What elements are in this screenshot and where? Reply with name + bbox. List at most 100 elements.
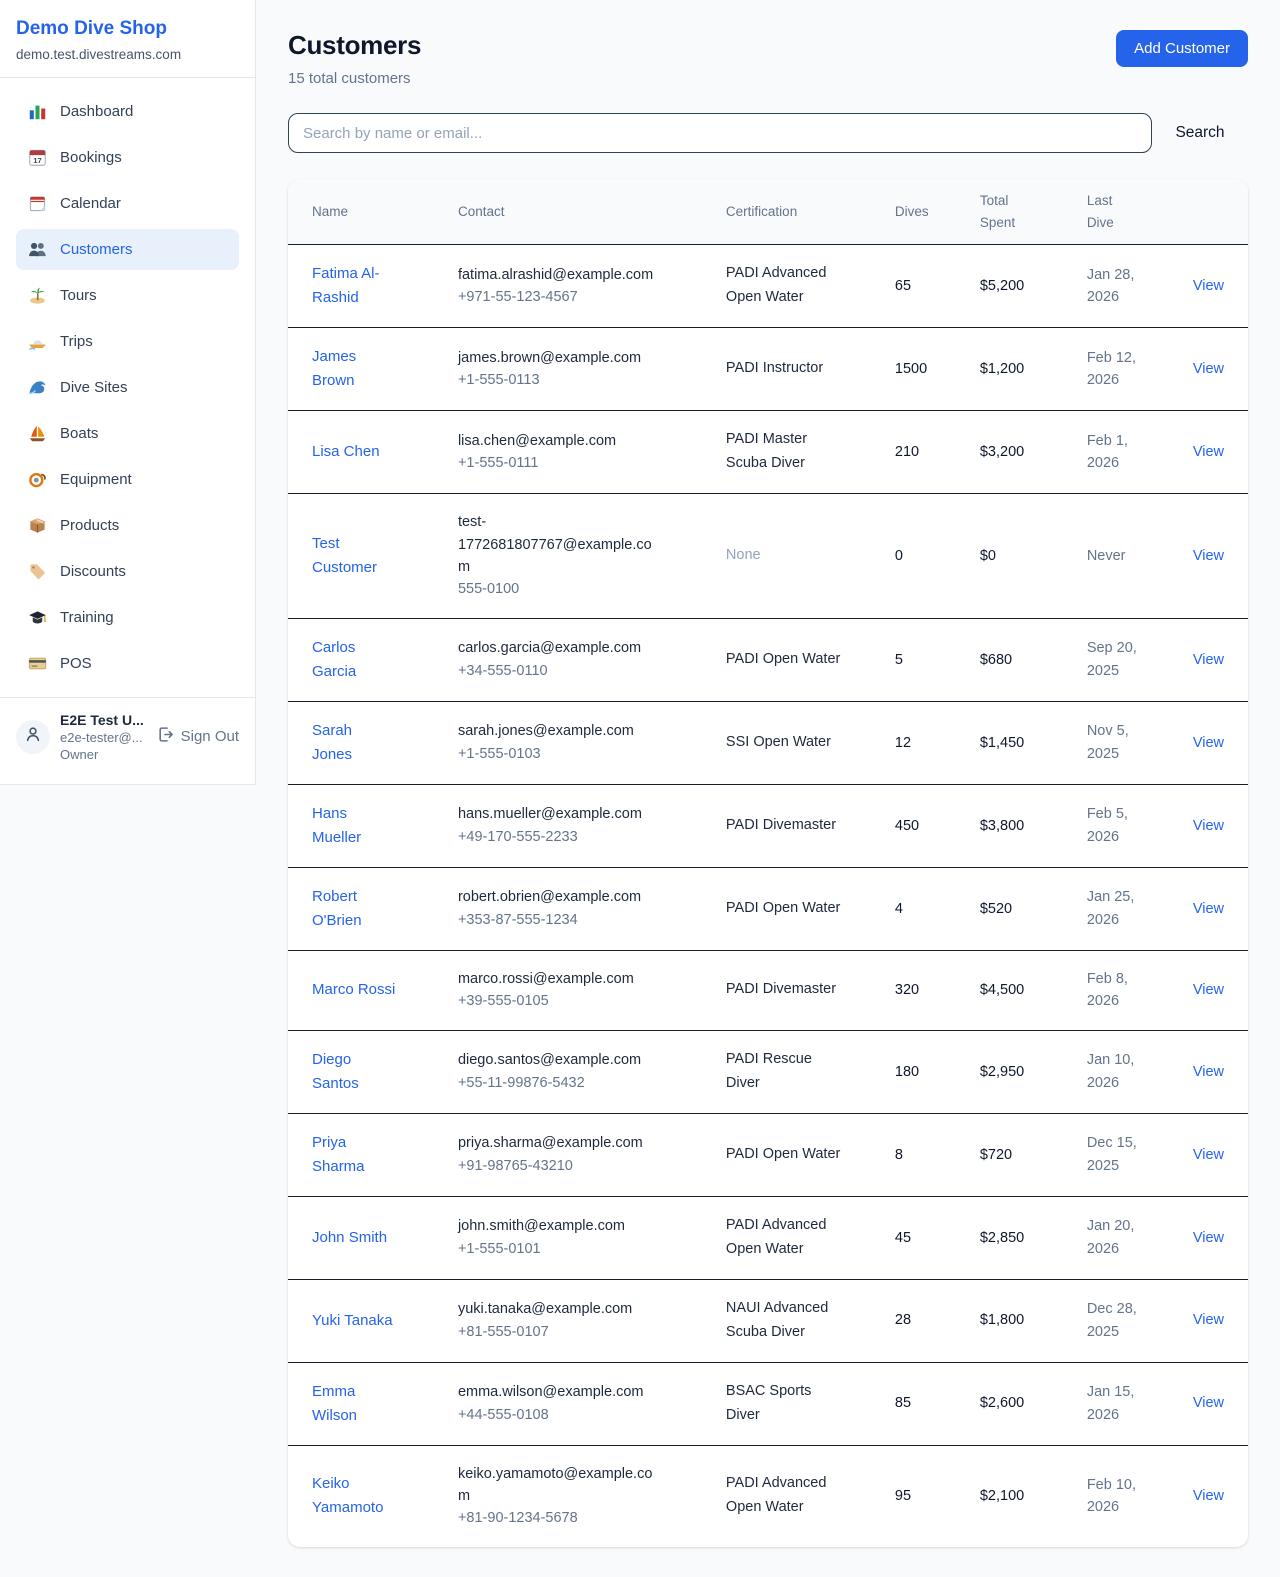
add-customer-button[interactable]: Add Customer (1116, 30, 1248, 67)
user-email: e2e-tester@... (60, 730, 147, 745)
customer-name-link[interactable]: Emma Wilson (312, 1380, 396, 1428)
customer-dives: 45 (883, 1196, 968, 1279)
sidebar-item-trips[interactable]: Trips (16, 321, 239, 362)
customer-contact: emma.wilson@example.com +44-555-0108 (458, 1381, 663, 1426)
view-customer-link[interactable]: View (1193, 1230, 1224, 1246)
customer-last-dive: Sep 20, 2025 (1087, 637, 1149, 682)
sidebar-item-tours[interactable]: Tours (16, 275, 239, 316)
tear-off-calendar-icon (28, 194, 47, 213)
shop-domain: demo.test.divestreams.com (16, 47, 239, 62)
view-customer-link[interactable]: View (1193, 1312, 1224, 1328)
table-row: Robert O'Brien robert.obrien@example.com… (288, 867, 1248, 950)
customer-phone: +1-555-0101 (458, 1238, 663, 1260)
sidebar-item-pos[interactable]: POS (16, 643, 239, 684)
customer-last-dive: Jan 15, 2026 (1087, 1381, 1149, 1426)
customer-name-link[interactable]: Diego Santos (312, 1048, 396, 1096)
customer-email: priya.sharma@example.com (458, 1132, 663, 1154)
table-row: James Brown james.brown@example.com +1-5… (288, 328, 1248, 411)
table-row: Diego Santos diego.santos@example.com +5… (288, 1030, 1248, 1113)
customer-contact: carlos.garcia@example.com +34-555-0110 (458, 637, 663, 682)
customer-last-dive: Feb 1, 2026 (1087, 430, 1149, 475)
column-header-actions (1181, 179, 1248, 245)
table-row: Sarah Jones sarah.jones@example.com +1-5… (288, 701, 1248, 784)
customer-name-link[interactable]: John Smith (312, 1226, 387, 1250)
customer-phone: +1-555-0113 (458, 369, 663, 391)
sidebar: Demo Dive Shop demo.test.divestreams.com… (0, 0, 256, 785)
customer-name-link[interactable]: Test Customer (312, 532, 396, 580)
customer-email: hans.mueller@example.com (458, 803, 663, 825)
credit-card-icon (28, 654, 47, 673)
sidebar-item-dive-sites[interactable]: Dive Sites (16, 367, 239, 408)
customer-name-link[interactable]: James Brown (312, 345, 396, 393)
graduation-cap-icon (28, 608, 47, 627)
brand-block: Demo Dive Shop demo.test.divestreams.com (0, 0, 255, 78)
customer-total-spent: $2,950 (968, 1030, 1075, 1113)
customer-email: fatima.alrashid@example.com (458, 264, 663, 286)
sidebar-item-training[interactable]: Training (16, 597, 239, 638)
view-customer-link[interactable]: View (1193, 278, 1224, 294)
user-role: Owner (60, 747, 147, 762)
table-row: Keiko Yamamoto keiko.yamamoto@example.co… (288, 1445, 1248, 1547)
sidebar-nav: Dashboard 17 Bookings Calendar Customers… (0, 78, 255, 697)
customer-name-link[interactable]: Marco Rossi (312, 978, 395, 1002)
customer-total-spent: $720 (968, 1113, 1075, 1196)
view-customer-link[interactable]: View (1193, 735, 1224, 751)
sidebar-item-calendar[interactable]: Calendar (16, 183, 239, 224)
column-header-name: Name (288, 179, 446, 245)
sidebar-item-customers[interactable]: Customers (16, 229, 239, 270)
table-row: Yuki Tanaka yuki.tanaka@example.com +81-… (288, 1279, 1248, 1362)
avatar (16, 720, 50, 754)
customer-name-link[interactable]: Hans Mueller (312, 802, 396, 850)
customer-email: marco.rossi@example.com (458, 968, 663, 990)
customer-certification: PADI Open Water (726, 897, 840, 921)
customer-contact: james.brown@example.com +1-555-0113 (458, 347, 663, 392)
search-input[interactable] (288, 113, 1152, 153)
sidebar-item-equipment[interactable]: Equipment (16, 459, 239, 500)
view-customer-link[interactable]: View (1193, 1147, 1224, 1163)
sidebar-item-products[interactable]: Products (16, 505, 239, 546)
sidebar-item-boats[interactable]: Boats (16, 413, 239, 454)
sidebar-item-discounts[interactable]: Discounts (16, 551, 239, 592)
customer-name-link[interactable]: Yuki Tanaka (312, 1309, 393, 1333)
search-button[interactable]: Search (1152, 124, 1248, 142)
customer-total-spent: $1,800 (968, 1279, 1075, 1362)
customer-phone: +353-87-555-1234 (458, 909, 663, 931)
customer-name-link[interactable]: Sarah Jones (312, 719, 396, 767)
view-customer-link[interactable]: View (1193, 818, 1224, 834)
customer-contact: yuki.tanaka@example.com +81-555-0107 (458, 1298, 663, 1343)
table-row: Marco Rossi marco.rossi@example.com +39-… (288, 950, 1248, 1030)
shop-name: Demo Dive Shop (16, 18, 239, 41)
sign-out-button[interactable]: Sign Out (157, 726, 239, 747)
sidebar-item-dashboard[interactable]: Dashboard (16, 91, 239, 132)
customer-name-link[interactable]: Lisa Chen (312, 440, 380, 464)
view-customer-link[interactable]: View (1193, 652, 1224, 668)
sidebar-item-bookings[interactable]: 17 Bookings (16, 137, 239, 178)
customer-contact: sarah.jones@example.com +1-555-0103 (458, 720, 663, 765)
view-customer-link[interactable]: View (1193, 982, 1224, 998)
customer-contact: lisa.chen@example.com +1-555-0111 (458, 430, 663, 475)
customer-name-link[interactable]: Fatima Al-Rashid (312, 262, 396, 310)
view-customer-link[interactable]: View (1193, 1395, 1224, 1411)
sign-out-label: Sign Out (181, 728, 239, 745)
view-customer-link[interactable]: View (1193, 1488, 1224, 1504)
view-customer-link[interactable]: View (1193, 548, 1224, 564)
diving-mask-icon (28, 470, 47, 489)
view-customer-link[interactable]: View (1193, 1064, 1224, 1080)
customer-email: sarah.jones@example.com (458, 720, 663, 742)
view-customer-link[interactable]: View (1193, 361, 1224, 377)
customer-name-link[interactable]: Carlos Garcia (312, 636, 396, 684)
view-customer-link[interactable]: View (1193, 901, 1224, 917)
customer-name-link[interactable]: Priya Sharma (312, 1131, 396, 1179)
people-icon (28, 240, 47, 259)
customer-total-spent: $2,850 (968, 1196, 1075, 1279)
customer-name-link[interactable]: Robert O'Brien (312, 885, 396, 933)
bar-chart-icon (28, 102, 47, 121)
table-row: Carlos Garcia carlos.garcia@example.com … (288, 618, 1248, 701)
customer-certification: SSI Open Water (726, 731, 831, 755)
person-icon (24, 725, 42, 748)
customer-phone: +1-555-0111 (458, 452, 663, 474)
view-customer-link[interactable]: View (1193, 444, 1224, 460)
customer-name-link[interactable]: Keiko Yamamoto (312, 1472, 396, 1520)
customer-contact: hans.mueller@example.com +49-170-555-223… (458, 803, 663, 848)
customer-last-dive: Feb 5, 2026 (1087, 803, 1149, 848)
